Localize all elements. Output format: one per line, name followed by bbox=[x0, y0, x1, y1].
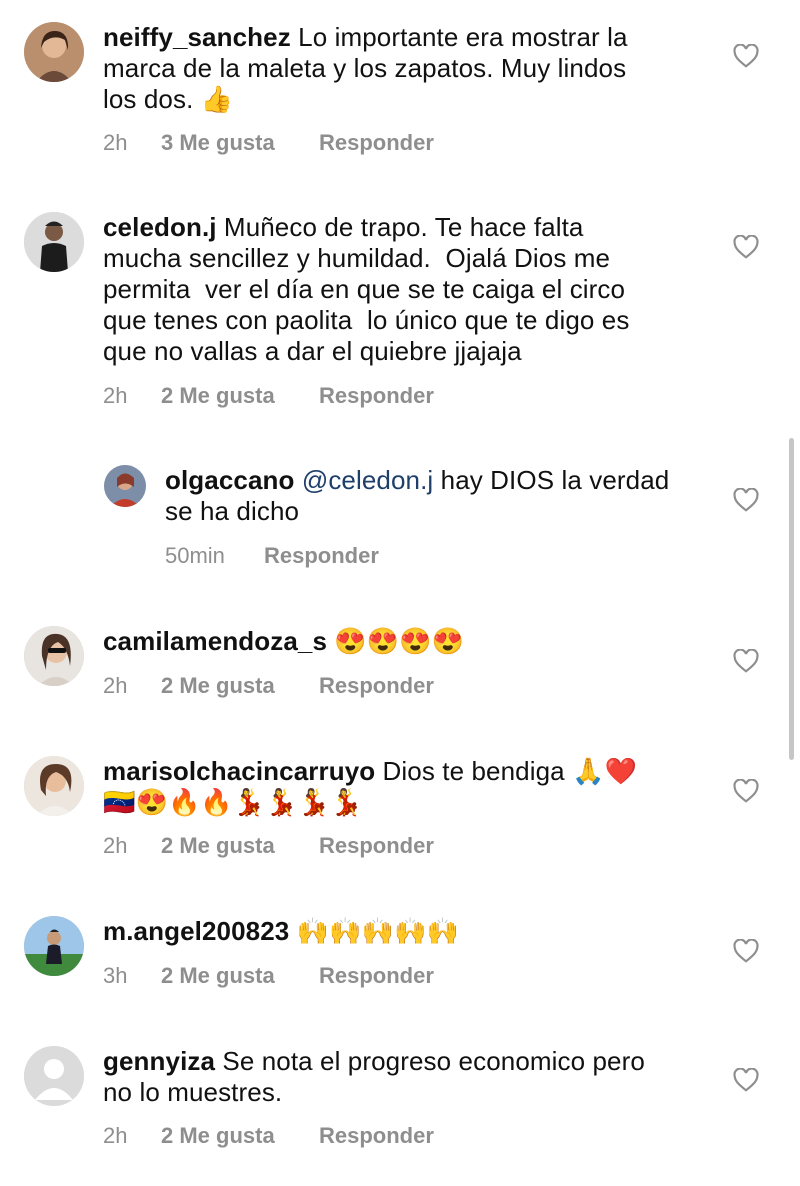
comment-meta: 2h 3 Me gusta Responder bbox=[103, 130, 434, 156]
heart-outline-icon[interactable] bbox=[733, 488, 759, 512]
reply-button[interactable]: Responder bbox=[319, 833, 434, 859]
scrollbar[interactable] bbox=[789, 438, 794, 760]
comment-meta: 2h 2 Me gusta Responder bbox=[103, 673, 434, 699]
comment-meta: 3h 2 Me gusta Responder bbox=[103, 963, 434, 989]
comment-username[interactable]: neiffy_sanchez bbox=[103, 22, 291, 52]
avatar[interactable] bbox=[24, 916, 84, 976]
likes-count[interactable]: 3 Me gusta bbox=[161, 130, 319, 156]
comment-time: 2h bbox=[103, 383, 128, 408]
likes-count[interactable]: 2 Me gusta bbox=[161, 833, 319, 859]
comment-text: marisolchacincarruyo Dios te bendiga 🙏❤️… bbox=[103, 756, 723, 818]
comment-text: gennyiza Se nota el progreso economico p… bbox=[103, 1046, 723, 1108]
heart-outline-icon[interactable] bbox=[733, 779, 759, 803]
comment-text: m.angel200823 🙌🙌🙌🙌🙌 bbox=[103, 916, 723, 947]
reply-button[interactable]: Responder bbox=[319, 963, 434, 989]
avatar[interactable] bbox=[24, 212, 84, 272]
reply-button[interactable]: Responder bbox=[319, 130, 434, 156]
comment-username[interactable]: celedon.j bbox=[103, 212, 217, 242]
comment-text: celedon.j Muñeco de trapo. Te hace falta… bbox=[103, 212, 723, 367]
comment-meta: 50min Responder bbox=[165, 543, 379, 569]
comment-meta: 2h 2 Me gusta Responder bbox=[103, 1123, 434, 1149]
comment-time: 50min bbox=[165, 543, 225, 568]
reply-button[interactable]: Responder bbox=[264, 543, 379, 569]
comment-meta: 2h 2 Me gusta Responder bbox=[103, 383, 434, 409]
comment-time: 3h bbox=[103, 963, 128, 988]
comment-time: 2h bbox=[103, 1123, 128, 1148]
heart-outline-icon[interactable] bbox=[733, 1068, 759, 1092]
heart-outline-icon[interactable] bbox=[733, 939, 759, 963]
comment-username[interactable]: olgaccano bbox=[165, 465, 295, 495]
heart-outline-icon[interactable] bbox=[733, 235, 759, 259]
comment-time: 2h bbox=[103, 673, 128, 698]
comment-username[interactable]: marisolchacincarruyo bbox=[103, 756, 375, 786]
comment-username[interactable]: camilamendoza_s bbox=[103, 626, 327, 656]
avatar[interactable] bbox=[104, 465, 146, 507]
avatar[interactable] bbox=[24, 756, 84, 816]
avatar[interactable] bbox=[24, 22, 84, 82]
reply-button[interactable]: Responder bbox=[319, 673, 434, 699]
comment-text: camilamendoza_s 😍😍😍😍 bbox=[103, 626, 723, 657]
default-avatar-icon[interactable] bbox=[24, 1046, 84, 1106]
comment-content: 🙌🙌🙌🙌🙌 bbox=[289, 916, 460, 946]
comment-content: 😍😍😍😍 bbox=[327, 626, 465, 656]
heart-outline-icon[interactable] bbox=[733, 44, 759, 68]
comment-text: olgaccano @celedon.j hay DIOS la verdad … bbox=[165, 465, 710, 527]
likes-count[interactable]: 2 Me gusta bbox=[161, 673, 319, 699]
mention-link[interactable]: @celedon.j bbox=[302, 465, 433, 495]
comment-text: neiffy_sanchez Lo importante era mostrar… bbox=[103, 22, 723, 115]
comment-time: 2h bbox=[103, 833, 128, 858]
comment-time: 2h bbox=[103, 130, 128, 155]
likes-count[interactable]: 2 Me gusta bbox=[161, 383, 319, 409]
avatar[interactable] bbox=[24, 626, 84, 686]
comment-username[interactable]: gennyiza bbox=[103, 1046, 215, 1076]
reply-button[interactable]: Responder bbox=[319, 383, 434, 409]
reply-button[interactable]: Responder bbox=[319, 1123, 434, 1149]
likes-count[interactable]: 2 Me gusta bbox=[161, 963, 319, 989]
likes-count[interactable]: 2 Me gusta bbox=[161, 1123, 319, 1149]
comment-username[interactable]: m.angel200823 bbox=[103, 916, 289, 946]
heart-outline-icon[interactable] bbox=[733, 649, 759, 673]
comment-meta: 2h 2 Me gusta Responder bbox=[103, 833, 434, 859]
